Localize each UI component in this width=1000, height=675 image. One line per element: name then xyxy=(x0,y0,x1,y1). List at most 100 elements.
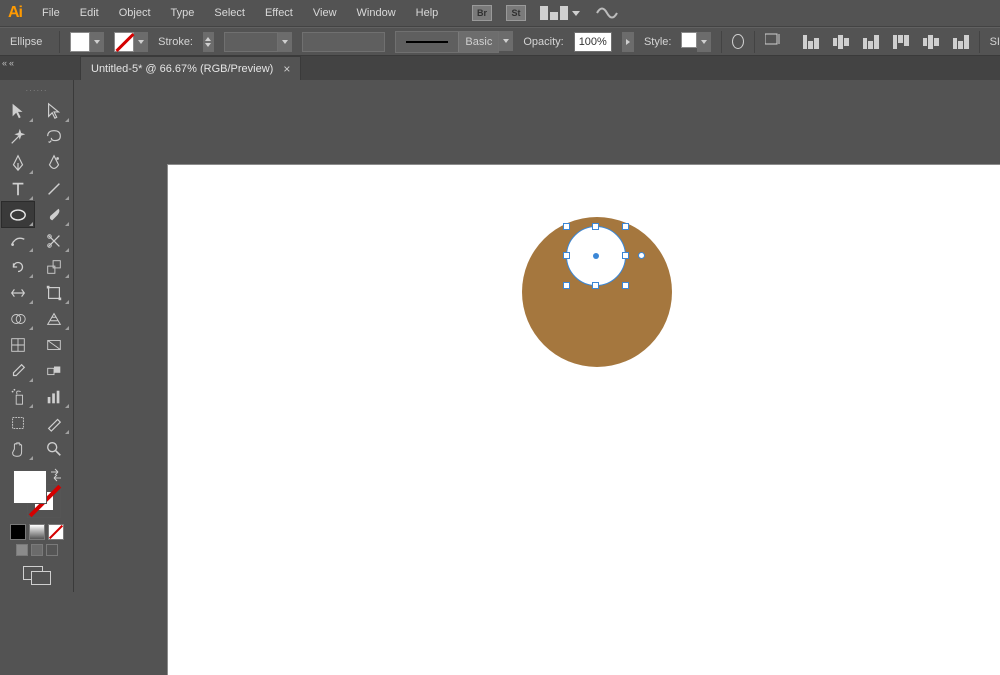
menu-edit[interactable]: Edit xyxy=(80,7,99,19)
tool-name-label: Ellipse xyxy=(10,36,49,48)
screen-mode-icon[interactable] xyxy=(23,566,51,584)
mesh-tool[interactable] xyxy=(2,332,34,357)
shape-builder-tool[interactable] xyxy=(2,306,34,331)
gpu-preview-icon[interactable] xyxy=(594,5,620,22)
draw-mode-row xyxy=(0,542,73,558)
fill-color-control[interactable] xyxy=(70,32,104,52)
document-tab-bar: Untitled-5* @ 66.67% (RGB/Preview) × xyxy=(0,56,1000,80)
menu-bar: Ai File Edit Object Type Select Effect V… xyxy=(0,0,1000,27)
close-tab-icon[interactable]: × xyxy=(283,62,290,76)
brush-definition-dropdown[interactable] xyxy=(302,32,386,52)
blend-tool[interactable] xyxy=(38,358,70,383)
stroke-profile-dropdown[interactable] xyxy=(224,32,292,52)
color-mode-icon[interactable] xyxy=(10,524,26,540)
curvature-tool[interactable] xyxy=(38,150,70,175)
direct-selection-tool[interactable] xyxy=(38,98,70,123)
swap-fill-stroke-icon[interactable] xyxy=(49,468,63,482)
document-tab-title: Untitled-5* @ 66.67% (RGB/Preview) xyxy=(91,63,273,75)
style-label: Style: xyxy=(644,36,672,48)
stock-icon[interactable]: St xyxy=(506,5,526,21)
collapse-handle-icon[interactable]: «« xyxy=(2,58,16,68)
arrange-documents-icon[interactable] xyxy=(540,6,580,20)
width-tool[interactable] xyxy=(2,280,34,305)
align-hcenter-icon[interactable] xyxy=(833,35,849,49)
resize-handle[interactable] xyxy=(592,282,599,289)
hand-tool[interactable] xyxy=(2,436,34,461)
tools-panel: ······ xyxy=(0,80,74,592)
resize-handle[interactable] xyxy=(563,282,570,289)
align-bottom-icon[interactable] xyxy=(953,35,969,49)
resize-handle[interactable] xyxy=(622,223,629,230)
align-vcenter-icon[interactable] xyxy=(923,35,939,49)
paintbrush-tool[interactable] xyxy=(38,202,70,227)
pie-widget-handle[interactable] xyxy=(638,252,645,259)
divider xyxy=(979,31,980,53)
draw-normal-icon[interactable] xyxy=(16,544,28,556)
scale-tool[interactable] xyxy=(38,254,70,279)
artboard-tool[interactable] xyxy=(2,410,34,435)
align-right-icon[interactable] xyxy=(863,35,879,49)
menu-select[interactable]: Select xyxy=(214,7,245,19)
menu-object[interactable]: Object xyxy=(119,7,151,19)
draw-inside-icon[interactable] xyxy=(46,544,58,556)
fill-swatch[interactable] xyxy=(13,470,47,504)
menu-type[interactable]: Type xyxy=(171,7,195,19)
recolor-artwork-icon[interactable] xyxy=(732,34,744,49)
app-logo: Ai xyxy=(8,4,22,22)
line-segment-tool[interactable] xyxy=(38,176,70,201)
selected-ellipse-shape[interactable] xyxy=(566,226,626,286)
align-top-icon[interactable] xyxy=(893,35,909,49)
slice-tool[interactable] xyxy=(38,410,70,435)
gradient-tool[interactable] xyxy=(38,332,70,357)
draw-behind-icon[interactable] xyxy=(31,544,43,556)
bridge-icon[interactable]: Br xyxy=(472,5,492,21)
style-swatch-dropdown[interactable] xyxy=(681,32,711,52)
scissors-tool[interactable] xyxy=(38,228,70,253)
resize-handle[interactable] xyxy=(563,223,570,230)
menu-help[interactable]: Help xyxy=(416,7,439,19)
resize-handle[interactable] xyxy=(622,282,629,289)
selection-tool[interactable] xyxy=(2,98,34,123)
center-point-icon[interactable] xyxy=(593,253,599,259)
panel-grip[interactable]: ······ xyxy=(0,86,73,98)
artboard[interactable] xyxy=(168,165,1000,675)
symbol-sprayer-tool[interactable] xyxy=(2,384,34,409)
document-tab[interactable]: Untitled-5* @ 66.67% (RGB/Preview) × xyxy=(80,56,301,80)
resize-handle[interactable] xyxy=(592,223,599,230)
column-graph-tool[interactable] xyxy=(38,384,70,409)
menu-file[interactable]: File xyxy=(42,7,60,19)
none-mode-icon[interactable] xyxy=(48,524,64,540)
align-left-icon[interactable] xyxy=(803,35,819,49)
divider xyxy=(721,31,722,53)
magic-wand-tool[interactable] xyxy=(2,124,34,149)
ellipse-tool[interactable] xyxy=(2,202,34,227)
menu-view[interactable]: View xyxy=(313,7,337,19)
free-transform-tool[interactable] xyxy=(38,280,70,305)
shape-label-cut: SI xyxy=(990,36,1000,48)
workspace xyxy=(74,80,1000,592)
opacity-stepper[interactable] xyxy=(622,32,634,52)
gradient-mode-icon[interactable] xyxy=(29,524,45,540)
graphic-style-dropdown[interactable]: Basic xyxy=(395,31,513,53)
control-bar: Ellipse Stroke: Basic Opacity: 100% Styl… xyxy=(0,27,1000,56)
stroke-weight-stepper[interactable] xyxy=(203,32,214,52)
stroke-color-control[interactable] xyxy=(114,32,148,52)
zoom-tool[interactable] xyxy=(38,436,70,461)
shaper-tool[interactable] xyxy=(2,228,34,253)
fill-stroke-control[interactable] xyxy=(11,468,63,520)
resize-handle[interactable] xyxy=(563,252,570,259)
color-mode-row xyxy=(0,522,73,542)
eyedropper-tool[interactable] xyxy=(2,358,34,383)
divider xyxy=(59,31,60,53)
resize-handle[interactable] xyxy=(622,252,629,259)
menu-extra: Br St xyxy=(472,5,1000,22)
pen-tool[interactable] xyxy=(2,150,34,175)
menu-effect[interactable]: Effect xyxy=(265,7,293,19)
opacity-field[interactable]: 100% xyxy=(574,32,612,52)
align-to-icon[interactable] xyxy=(765,32,785,51)
lasso-tool[interactable] xyxy=(38,124,70,149)
type-tool[interactable] xyxy=(2,176,34,201)
menu-window[interactable]: Window xyxy=(357,7,396,19)
rotate-tool[interactable] xyxy=(2,254,34,279)
perspective-grid-tool[interactable] xyxy=(38,306,70,331)
